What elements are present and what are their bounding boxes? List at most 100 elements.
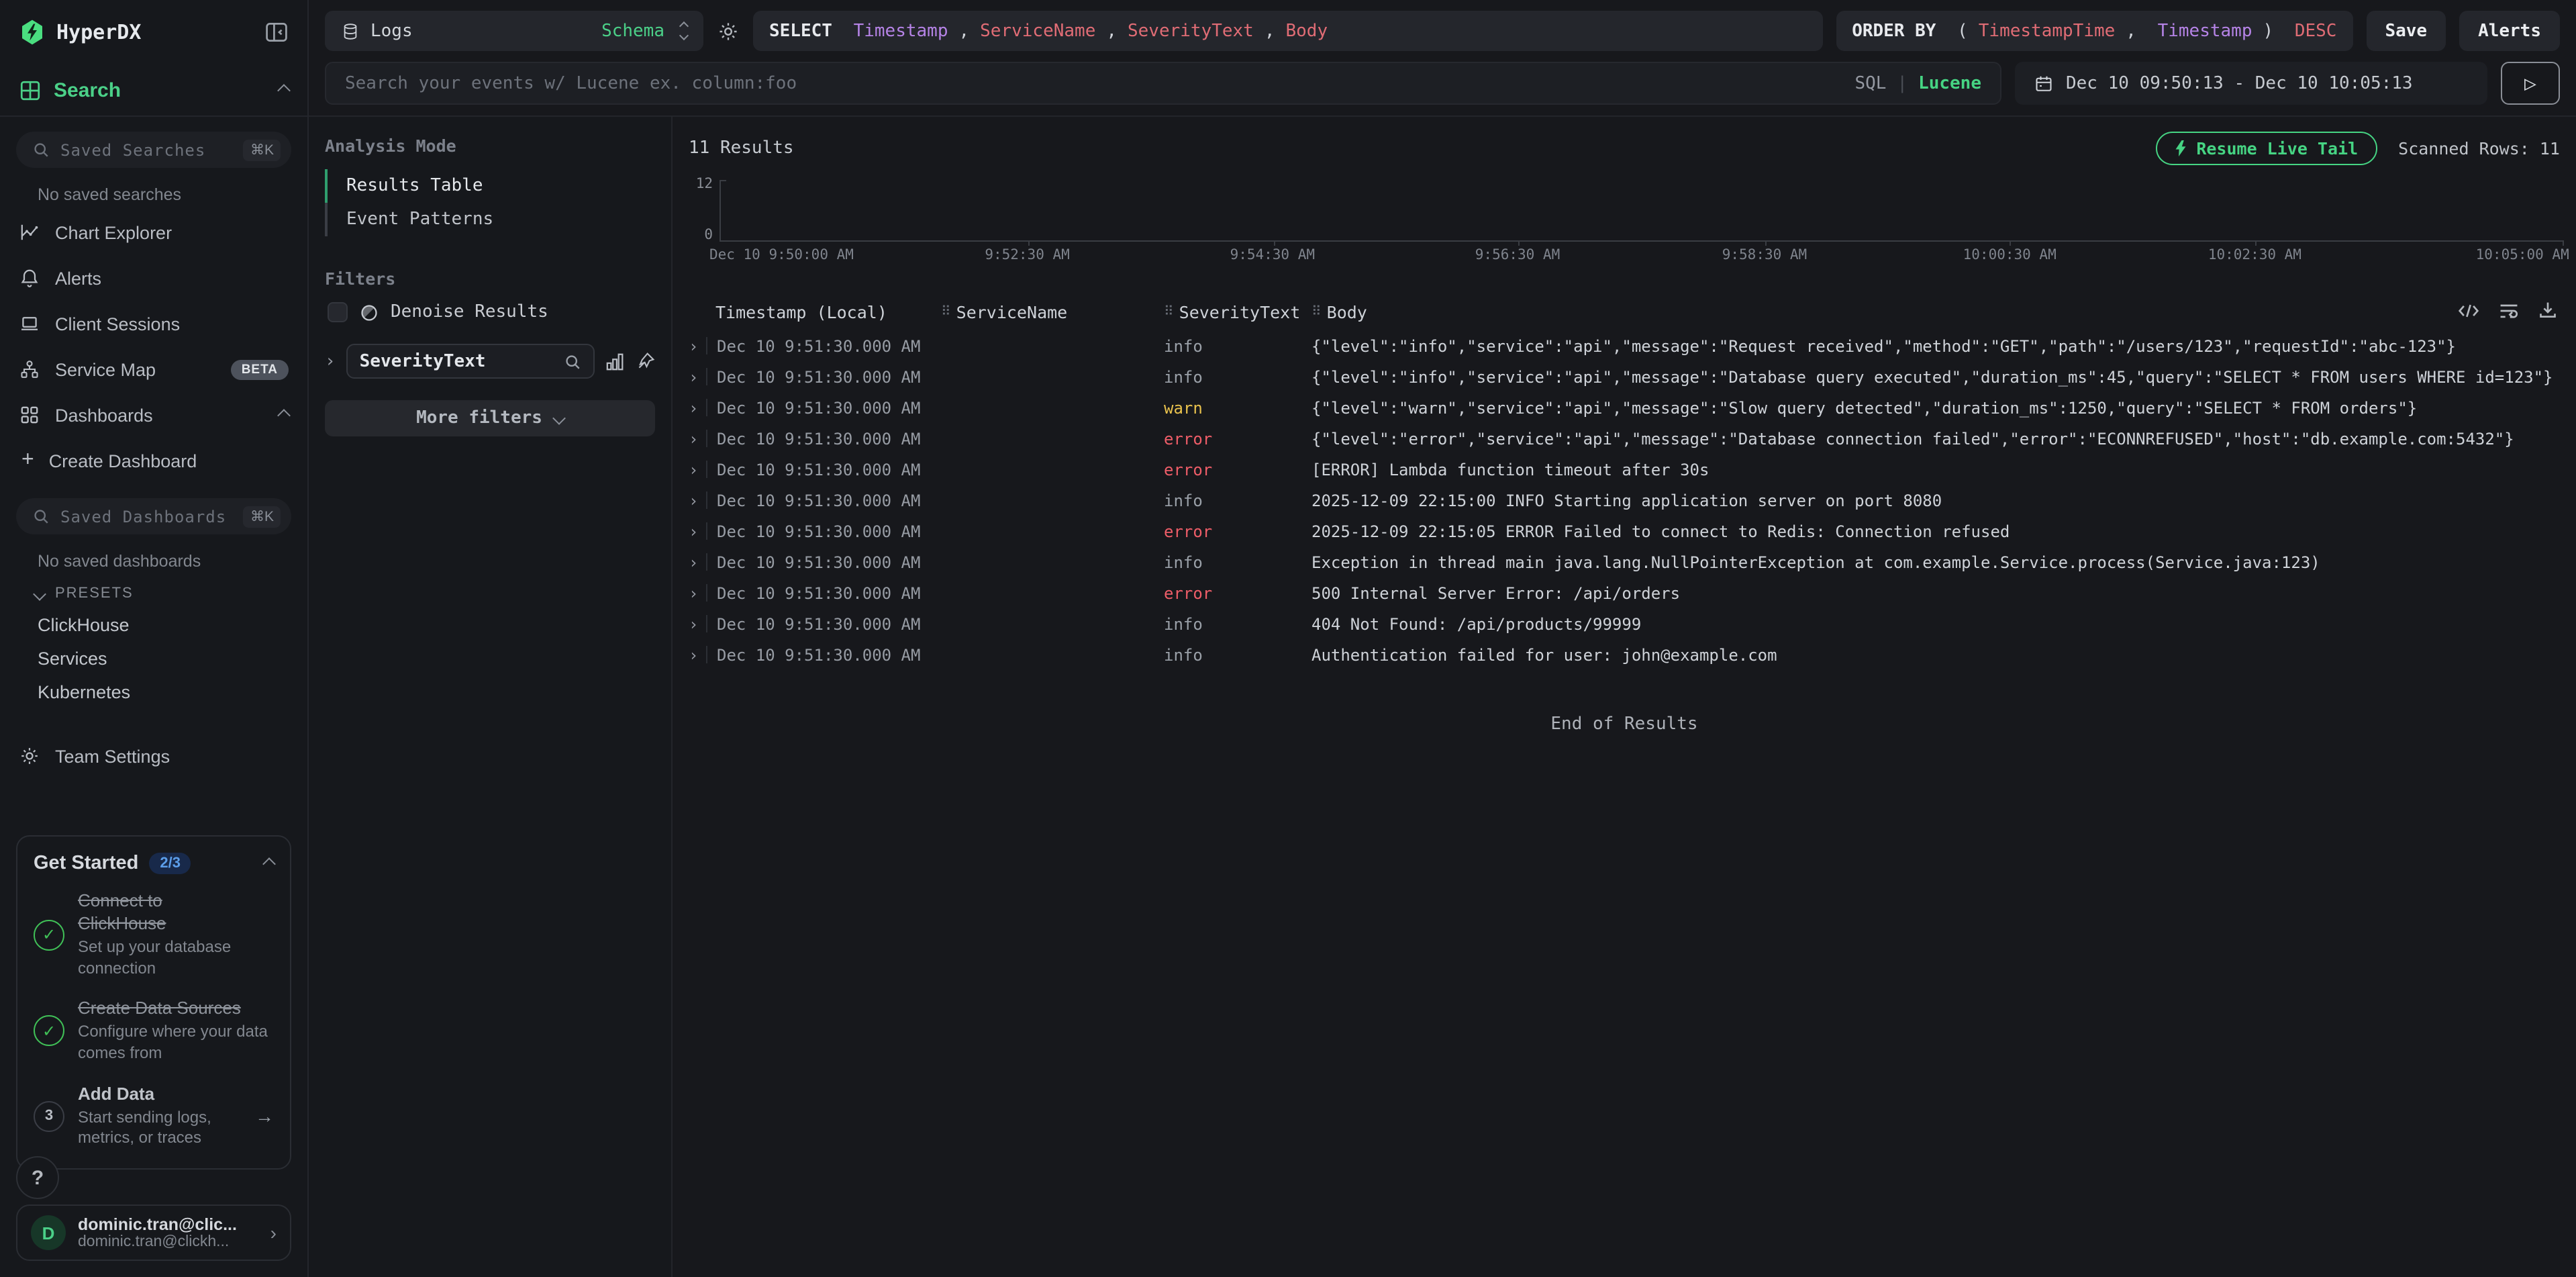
denoise-checkbox[interactable]	[328, 302, 348, 322]
table-row[interactable]: › Dec 10 9:51:30.000 AM warn {"level":"w…	[673, 392, 2576, 423]
expand-row-chevron[interactable]: ›	[689, 398, 706, 417]
run-query-button[interactable]: ▷	[2501, 62, 2560, 105]
table-row[interactable]: › Dec 10 9:51:30.000 AM error 500 Intern…	[673, 577, 2576, 608]
expand-row-chevron[interactable]: ›	[689, 522, 706, 540]
create-dashboard-button[interactable]: + Create Dashboard	[0, 438, 307, 483]
select-query-input[interactable]: SELECT Timestamp,ServiceName,SeverityTex…	[753, 11, 1822, 51]
column-header-body[interactable]: ⠿ Body	[1311, 302, 2560, 322]
events-histogram[interactable]: 12 0 Dec 10 9:50:00 AM9:52:30 AM9:54:30 …	[689, 176, 2565, 265]
drag-handle-icon[interactable]: ⠿	[1311, 305, 1320, 320]
chevron-up-icon[interactable]	[277, 84, 291, 97]
expand-row-chevron[interactable]: ›	[689, 645, 706, 664]
get-started-item-title: Connect to ClickHouse	[78, 891, 239, 935]
source-select[interactable]: Logs Schema	[325, 11, 703, 51]
row-divider	[706, 646, 707, 663]
sidebar-item-alerts[interactable]: Alerts	[0, 255, 307, 301]
sidebar-item-kubernetes[interactable]: Kubernetes	[0, 675, 307, 709]
table-row[interactable]: › Dec 10 9:51:30.000 AM info 404 Not Fou…	[673, 608, 2576, 639]
user-name: dominic.tran@clic...	[78, 1215, 258, 1234]
saved-dashboards-placeholder: Saved Dashboards	[60, 507, 233, 526]
column-header-timestamp[interactable]: Timestamp (Local)	[689, 302, 941, 322]
chevron-right-icon: ›	[270, 1222, 277, 1243]
table-row[interactable]: › Dec 10 9:51:30.000 AM info 2025-12-09 …	[673, 485, 2576, 516]
sidebar-item-search[interactable]: Search	[0, 63, 307, 117]
chevron-down-icon	[33, 587, 46, 600]
no-saved-searches-text: No saved searches	[38, 185, 289, 204]
hyperdx-logo-icon	[19, 18, 46, 45]
team-settings-label: Team Settings	[55, 746, 289, 766]
drag-handle-icon[interactable]: ⠿	[941, 305, 950, 320]
sql-toggle[interactable]: SQL	[1854, 73, 1886, 93]
cell-severity: info	[1164, 553, 1311, 571]
expand-row-chevron[interactable]: ›	[689, 614, 706, 633]
bell-icon	[19, 267, 40, 289]
table-row[interactable]: › Dec 10 9:51:30.000 AM error [ERROR] La…	[673, 454, 2576, 485]
save-button[interactable]: Save	[2366, 11, 2446, 51]
table-row[interactable]: › Dec 10 9:51:30.000 AM error {"level":"…	[673, 423, 2576, 454]
get-started-item-connect[interactable]: ✓ Connect to ClickHouse Set up your data…	[34, 891, 274, 979]
sidebar-item-service-map[interactable]: Service Map BETA	[0, 346, 307, 392]
expand-row-chevron[interactable]: ›	[689, 367, 706, 386]
column-header-severitytext[interactable]: ⠿ SeverityText	[1164, 302, 1311, 322]
code-view-icon[interactable]	[2458, 301, 2479, 319]
time-range-picker[interactable]: Dec 10 09:50:13 - Dec 10 10:05:13	[2015, 62, 2487, 105]
cell-severity: info	[1164, 367, 1311, 386]
lucene-toggle[interactable]: Lucene	[1918, 73, 1981, 93]
expand-row-chevron[interactable]: ›	[689, 429, 706, 448]
table-row[interactable]: › Dec 10 9:51:30.000 AM info Exception i…	[673, 547, 2576, 577]
column-header-servicename[interactable]: ⠿ ServiceName	[941, 302, 1164, 322]
drag-handle-icon[interactable]: ⠿	[1164, 305, 1173, 320]
table-row[interactable]: › Dec 10 9:51:30.000 AM info Authenticat…	[673, 639, 2576, 670]
get-started-item-data-sources[interactable]: ✓ Create Data Sources Configure where yo…	[34, 998, 274, 1064]
tab-results-table[interactable]: Results Table	[325, 169, 655, 203]
expand-row-chevron[interactable]: ›	[689, 491, 706, 510]
get-started-item-add-data[interactable]: 3 Add Data Start sending logs, metrics, …	[34, 1083, 274, 1149]
severity-filter-field[interactable]: SeverityText	[346, 344, 595, 379]
query-segment: ServiceName	[980, 21, 1095, 41]
more-filters-button[interactable]: More filters	[325, 400, 655, 436]
pin-icon[interactable]	[636, 352, 655, 371]
expand-row-chevron[interactable]: ›	[689, 336, 706, 355]
help-button[interactable]: ?	[16, 1156, 59, 1199]
sidebar-item-services[interactable]: Services	[0, 642, 307, 675]
sidebar-item-client-sessions[interactable]: Client Sessions	[0, 301, 307, 346]
plus-icon: +	[21, 448, 34, 473]
sidebar-item-clickhouse[interactable]: ClickHouse	[0, 608, 307, 642]
row-divider	[706, 337, 707, 354]
table-row[interactable]: › Dec 10 9:51:30.000 AM info {"level":"i…	[673, 330, 2576, 361]
cell-severity: error	[1164, 583, 1311, 602]
row-divider	[706, 461, 707, 478]
sidebar-item-dashboards[interactable]: Dashboards	[0, 392, 307, 438]
collapse-sidebar-icon[interactable]	[264, 19, 289, 44]
cell-timestamp: Dec 10 9:51:30.000 AM	[717, 491, 941, 510]
no-saved-dashboards-text: No saved dashboards	[38, 552, 289, 571]
user-account-card[interactable]: D dominic.tran@clic... dominic.tran@clic…	[16, 1204, 291, 1261]
saved-dashboards-input[interactable]: Saved Dashboards ⌘K	[16, 498, 291, 534]
expand-filter-chevron[interactable]: ›	[325, 351, 336, 371]
chart-filter-icon[interactable]	[605, 351, 626, 371]
chevron-up-icon[interactable]	[277, 408, 291, 422]
table-row[interactable]: › Dec 10 9:51:30.000 AM info {"level":"i…	[673, 361, 2576, 392]
presets-toggle[interactable]: PRESETS	[0, 576, 307, 608]
order-by-input[interactable]: ORDER BY (TimestampTime, Timestamp) DESC	[1836, 11, 2352, 51]
expand-row-chevron[interactable]: ›	[689, 460, 706, 479]
text-wrap-icon[interactable]	[2498, 301, 2520, 319]
alerts-button[interactable]: Alerts	[2459, 11, 2560, 51]
table-row[interactable]: › Dec 10 9:51:30.000 AM error 2025-12-09…	[673, 516, 2576, 547]
expand-row-chevron[interactable]: ›	[689, 553, 706, 571]
sidebar-item-team-settings[interactable]: Team Settings	[0, 733, 307, 779]
expand-row-chevron[interactable]: ›	[689, 583, 706, 602]
chevron-up-icon[interactable]	[262, 857, 276, 871]
tab-event-patterns[interactable]: Event Patterns	[325, 203, 655, 236]
search-section-icon	[19, 79, 42, 102]
resume-live-tail-button[interactable]: Resume Live Tail	[2156, 132, 2377, 165]
query-segment: SELECT	[769, 21, 843, 41]
search-icon[interactable]	[564, 352, 581, 370]
download-icon[interactable]	[2538, 301, 2557, 320]
gear-icon[interactable]	[717, 19, 740, 42]
query-segment: Timestamp	[854, 21, 948, 41]
saved-searches-input[interactable]: Saved Searches ⌘K	[16, 132, 291, 168]
sidebar-item-chart-explorer[interactable]: Chart Explorer	[0, 209, 307, 255]
event-search-input[interactable]: Search your events w/ Lucene ex. column:…	[325, 62, 2001, 105]
table-rows: › Dec 10 9:51:30.000 AM info {"level":"i…	[673, 330, 2576, 670]
